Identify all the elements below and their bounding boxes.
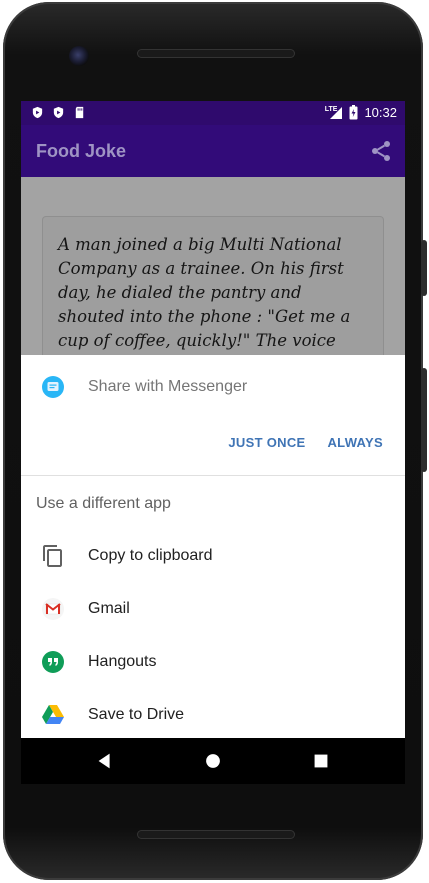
different-app-heading: Use a different app (36, 495, 171, 512)
status-notification-icons (31, 106, 86, 119)
drive-icon (42, 704, 64, 724)
app-row-copy-clipboard[interactable]: Copy to clipboard (21, 529, 405, 582)
app-bar: Food Joke (21, 125, 405, 177)
app-label: Copy to clipboard (88, 546, 213, 564)
app-title: Food Joke (36, 141, 127, 161)
status-system-icons: LTE 10:32 (325, 105, 397, 120)
front-camera (69, 46, 89, 66)
hangouts-icon (42, 650, 64, 673)
screen: LTE 10:32 Food Joke A man joined a big M… (21, 101, 405, 784)
signal-icon (330, 106, 343, 119)
shield-icon (53, 106, 64, 119)
shield-icon (32, 106, 43, 119)
joke-content-area: A man joined a big Multi National Compan… (21, 177, 405, 417)
share-icon[interactable] (369, 139, 393, 163)
app-label: Gmail (88, 599, 130, 617)
navigation-bar (21, 738, 405, 784)
app-row-drive[interactable]: Save to Drive (21, 688, 405, 741)
sd-card-icon (75, 106, 84, 119)
clock: 10:32 (364, 105, 397, 120)
preferred-app-label: Share with Messenger (88, 377, 248, 395)
sheet-divider (21, 475, 405, 476)
app-row-hangouts[interactable]: Hangouts (21, 635, 405, 688)
home-icon[interactable] (201, 750, 225, 772)
app-label: Hangouts (88, 652, 157, 670)
preferred-app-row[interactable]: Share with Messenger (21, 360, 405, 413)
volume-button (421, 368, 427, 472)
app-label: Save to Drive (88, 705, 185, 723)
messenger-icon (42, 375, 64, 398)
bottom-speaker (137, 830, 295, 839)
share-actions: JUST ONCE ALWAYS (228, 435, 383, 450)
back-icon[interactable] (93, 750, 117, 772)
recents-icon[interactable] (309, 750, 333, 772)
always-button[interactable]: ALWAYS (327, 435, 383, 450)
copy-icon (43, 544, 62, 567)
power-button (421, 240, 427, 296)
battery-icon (349, 105, 358, 120)
status-bar: LTE 10:32 (21, 101, 405, 125)
share-sheet: Share with Messenger JUST ONCE ALWAYS Us… (21, 355, 405, 784)
top-speaker (137, 49, 295, 58)
just-once-button[interactable]: JUST ONCE (228, 435, 305, 450)
gmail-icon (42, 597, 64, 620)
app-row-gmail[interactable]: Gmail (21, 582, 405, 635)
